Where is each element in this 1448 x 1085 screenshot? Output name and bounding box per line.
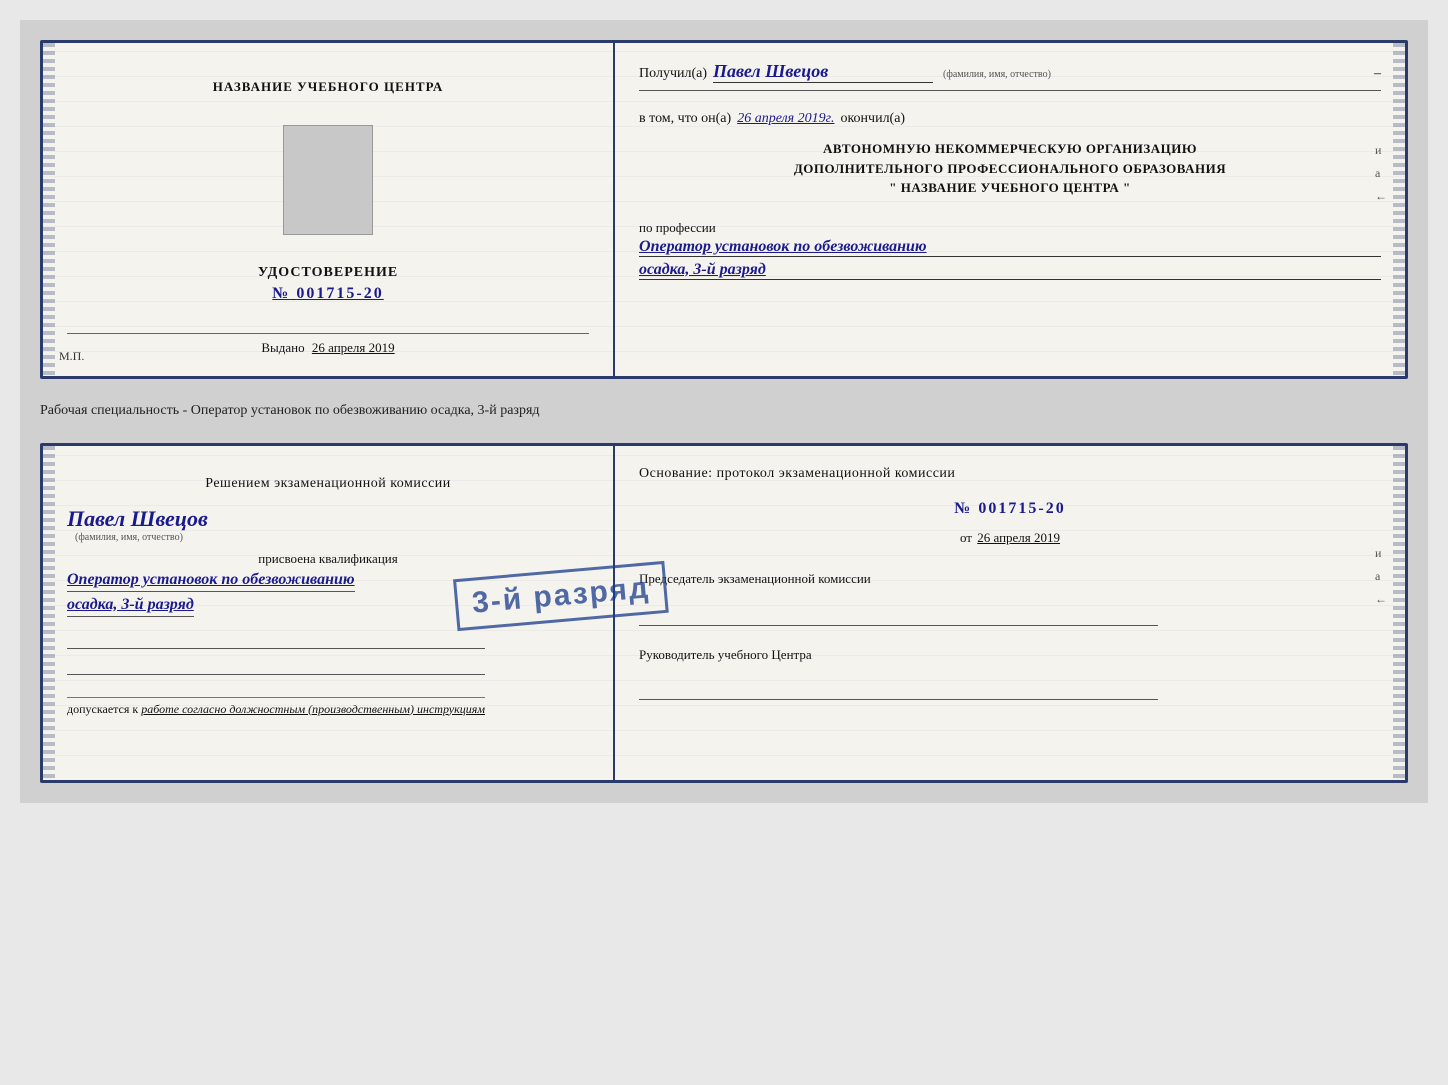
doc2-left-panel: Решением экзаменационной комиссии Павел … bbox=[43, 446, 615, 780]
basis-label: Основание: протокол экзаменационной коми… bbox=[639, 464, 1381, 484]
cert-number-prefix: № bbox=[272, 285, 290, 302]
protocol-date-value: 26 апреля 2019 bbox=[977, 530, 1060, 545]
head-label: Руководитель учебного Центра bbox=[639, 646, 1381, 664]
right-edge-deco-2 bbox=[1393, 446, 1405, 780]
doc1-right-panel: Получил(а) Павел Швецов (фамилия, имя, о… bbox=[615, 43, 1405, 376]
side-char1-2: и bbox=[1375, 546, 1387, 561]
right-edge-deco-1 bbox=[1393, 43, 1405, 376]
fio-label-1: (фамилия, имя, отчество) bbox=[943, 69, 1051, 80]
cert-label: УДОСТОВЕРЕНИЕ bbox=[258, 265, 398, 281]
page-container: НАЗВАНИЕ УЧЕБНОГО ЦЕНТРА УДОСТОВЕРЕНИЕ №… bbox=[20, 20, 1428, 803]
received-name: Павел Швецов bbox=[713, 61, 933, 83]
left-edge-deco-1 bbox=[43, 43, 55, 376]
sig-line-2 bbox=[67, 655, 485, 675]
in-that-block: в том, что он(а) 26 апреля 2019г. окончи… bbox=[639, 103, 1381, 127]
mp-label: М.П. bbox=[59, 349, 84, 364]
side-char2-2: а bbox=[1375, 569, 1387, 584]
side-char3-1: ← bbox=[1375, 189, 1387, 204]
profession-block: по профессии Оператор установок по обезв… bbox=[639, 212, 1381, 280]
chairman-label: Председатель экзаменационной комиссии bbox=[639, 570, 1381, 588]
qualification-sub: осадка, 3-й разряд bbox=[67, 596, 194, 617]
finished-label: окончил(а) bbox=[840, 111, 905, 127]
person-name-large: Павел Швецов bbox=[67, 506, 208, 531]
document-1: НАЗВАНИЕ УЧЕБНОГО ЦЕНТРА УДОСТОВЕРЕНИЕ №… bbox=[40, 40, 1408, 379]
doc1-left-title: НАЗВАНИЕ УЧЕБНОГО ЦЕНТРА bbox=[213, 79, 444, 95]
chairman-sig-line bbox=[639, 604, 1158, 626]
protocol-date: от 26 апреля 2019 bbox=[639, 530, 1381, 546]
doc2-left-title: Решением экзаменационной комиссии bbox=[67, 474, 589, 494]
received-block: Получил(а) Павел Швецов (фамилия, имя, о… bbox=[639, 61, 1381, 91]
issued-label: Выдано bbox=[261, 340, 304, 355]
admitted-italic: работе согласно должностным (производств… bbox=[141, 702, 485, 716]
doc1-left-panel: НАЗВАНИЕ УЧЕБНОГО ЦЕНТРА УДОСТОВЕРЕНИЕ №… bbox=[43, 43, 615, 376]
protocol-number: № 001715-20 bbox=[639, 500, 1381, 518]
photo-placeholder bbox=[283, 125, 373, 235]
side-char3-2: ← bbox=[1375, 592, 1387, 607]
side-char1-1: и bbox=[1375, 143, 1387, 158]
org-line2: ДОПОЛНИТЕЛЬНОГО ПРОФЕССИОНАЛЬНОГО ОБРАЗО… bbox=[639, 159, 1381, 179]
side-chars-1: и а ← bbox=[1375, 143, 1387, 204]
admitted-line: допускается к работе согласно должностны… bbox=[67, 697, 485, 717]
fio-label-2: (фамилия, имя, отчество) bbox=[75, 532, 208, 543]
org-block: АВТОНОМНУЮ НЕКОММЕРЧЕСКУЮ ОРГАНИЗАЦИЮ ДО… bbox=[639, 139, 1381, 198]
profession-sub: осадка, 3-й разряд bbox=[639, 261, 1381, 280]
protocol-date-prefix: от bbox=[960, 530, 972, 545]
cert-number: № 001715-20 bbox=[258, 285, 398, 303]
left-edge-deco-2 bbox=[43, 446, 55, 780]
document-2: Решением экзаменационной комиссии Павел … bbox=[40, 443, 1408, 783]
profession-value: Оператор установок по обезвоживанию bbox=[639, 238, 1381, 257]
signature-lines bbox=[67, 629, 589, 681]
head-sig-line bbox=[639, 678, 1158, 700]
in-that-prefix: в том, что он(а) bbox=[639, 111, 731, 127]
issued-line: Выдано 26 апреля 2019 bbox=[67, 333, 589, 356]
issued-date: 26 апреля 2019 bbox=[312, 340, 395, 355]
side-chars-2: и а ← bbox=[1375, 546, 1387, 607]
admitted-prefix: допускается к bbox=[67, 702, 138, 716]
qualification-value: Оператор установок по обезвоживанию bbox=[67, 571, 355, 592]
cert-block: УДОСТОВЕРЕНИЕ № 001715-20 bbox=[258, 265, 398, 303]
in-that-date: 26 апреля 2019г. bbox=[737, 111, 834, 127]
profession-label: по профессии bbox=[639, 220, 1381, 236]
person-name-block: Павел Швецов (фамилия, имя, отчество) bbox=[67, 506, 208, 543]
assigned-label: присвоена квалификация bbox=[67, 551, 589, 567]
doc2-right-panel: Основание: протокол экзаменационной коми… bbox=[615, 446, 1405, 780]
org-line3: " НАЗВАНИЕ УЧЕБНОГО ЦЕНТРА " bbox=[639, 178, 1381, 198]
dash-right-1: – bbox=[1374, 66, 1381, 82]
separator-text: Рабочая специальность - Оператор установ… bbox=[40, 395, 1408, 427]
cert-number-value: 001715-20 bbox=[296, 285, 383, 302]
side-char2-1: а bbox=[1375, 166, 1387, 181]
received-prefix: Получил(а) bbox=[639, 66, 707, 82]
org-line1: АВТОНОМНУЮ НЕКОММЕРЧЕСКУЮ ОРГАНИЗАЦИЮ bbox=[639, 139, 1381, 159]
sig-line-1 bbox=[67, 629, 485, 649]
